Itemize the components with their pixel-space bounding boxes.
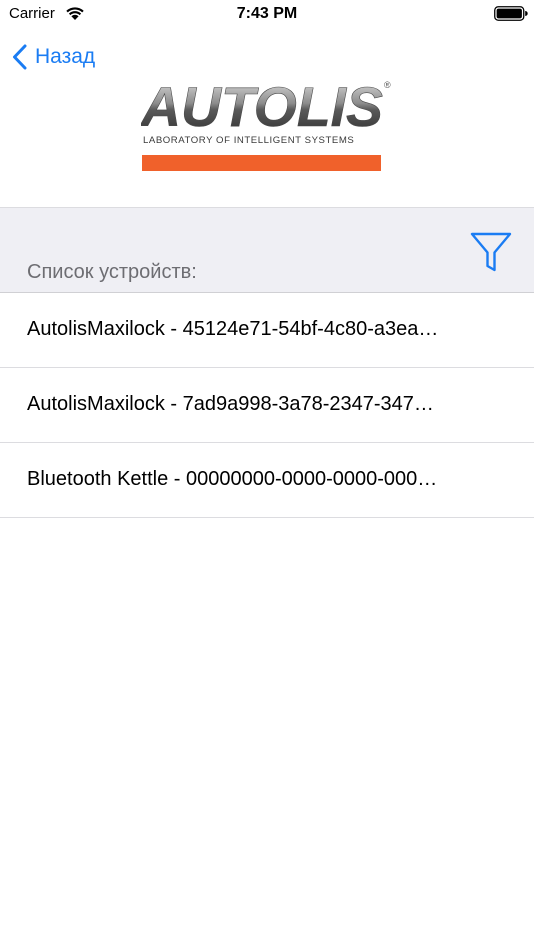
autolis-wordmark: AUTOLIS (141, 80, 383, 132)
device-name: AutolisMaxilock - 45124e71-54bf-4c80-a3e… (27, 318, 439, 340)
battery-icon (494, 6, 528, 21)
logo-orange-bar (142, 155, 381, 171)
autolis-logo: AUTOLIS ® LABORATORY OF INTELLIGENT SYST… (141, 80, 393, 172)
device-row[interactable]: AutolisMaxilock - 7ad9a998-3a78-2347-347… (0, 368, 534, 443)
device-name: AutolisMaxilock - 7ad9a998-3a78-2347-347… (27, 393, 434, 415)
logo-tagline: LABORATORY OF INTELLIGENT SYSTEMS (143, 135, 355, 146)
back-button-label: Назад (35, 45, 96, 68)
chevron-left-icon (13, 44, 27, 70)
device-row[interactable]: AutolisMaxilock - 45124e71-54bf-4c80-a3e… (0, 293, 534, 368)
registered-mark: ® (384, 80, 391, 90)
svg-text:AUTOLIS: AUTOLIS (141, 80, 383, 132)
back-button[interactable]: Назад (12, 42, 95, 72)
status-bar: Carrier 7:43 PM (0, 0, 534, 28)
device-list: AutolisMaxilock - 45124e71-54bf-4c80-a3e… (0, 293, 534, 518)
device-list-header: Список устройств: (0, 207, 534, 293)
filter-button[interactable] (469, 230, 513, 274)
section-title: Список устройств: (27, 261, 197, 283)
device-row[interactable]: Bluetooth Kettle - 00000000-0000-0000-00… (0, 443, 534, 518)
device-name: Bluetooth Kettle - 00000000-0000-0000-00… (27, 468, 438, 490)
status-time: 7:43 PM (236, 5, 298, 22)
filter-icon (470, 232, 512, 272)
